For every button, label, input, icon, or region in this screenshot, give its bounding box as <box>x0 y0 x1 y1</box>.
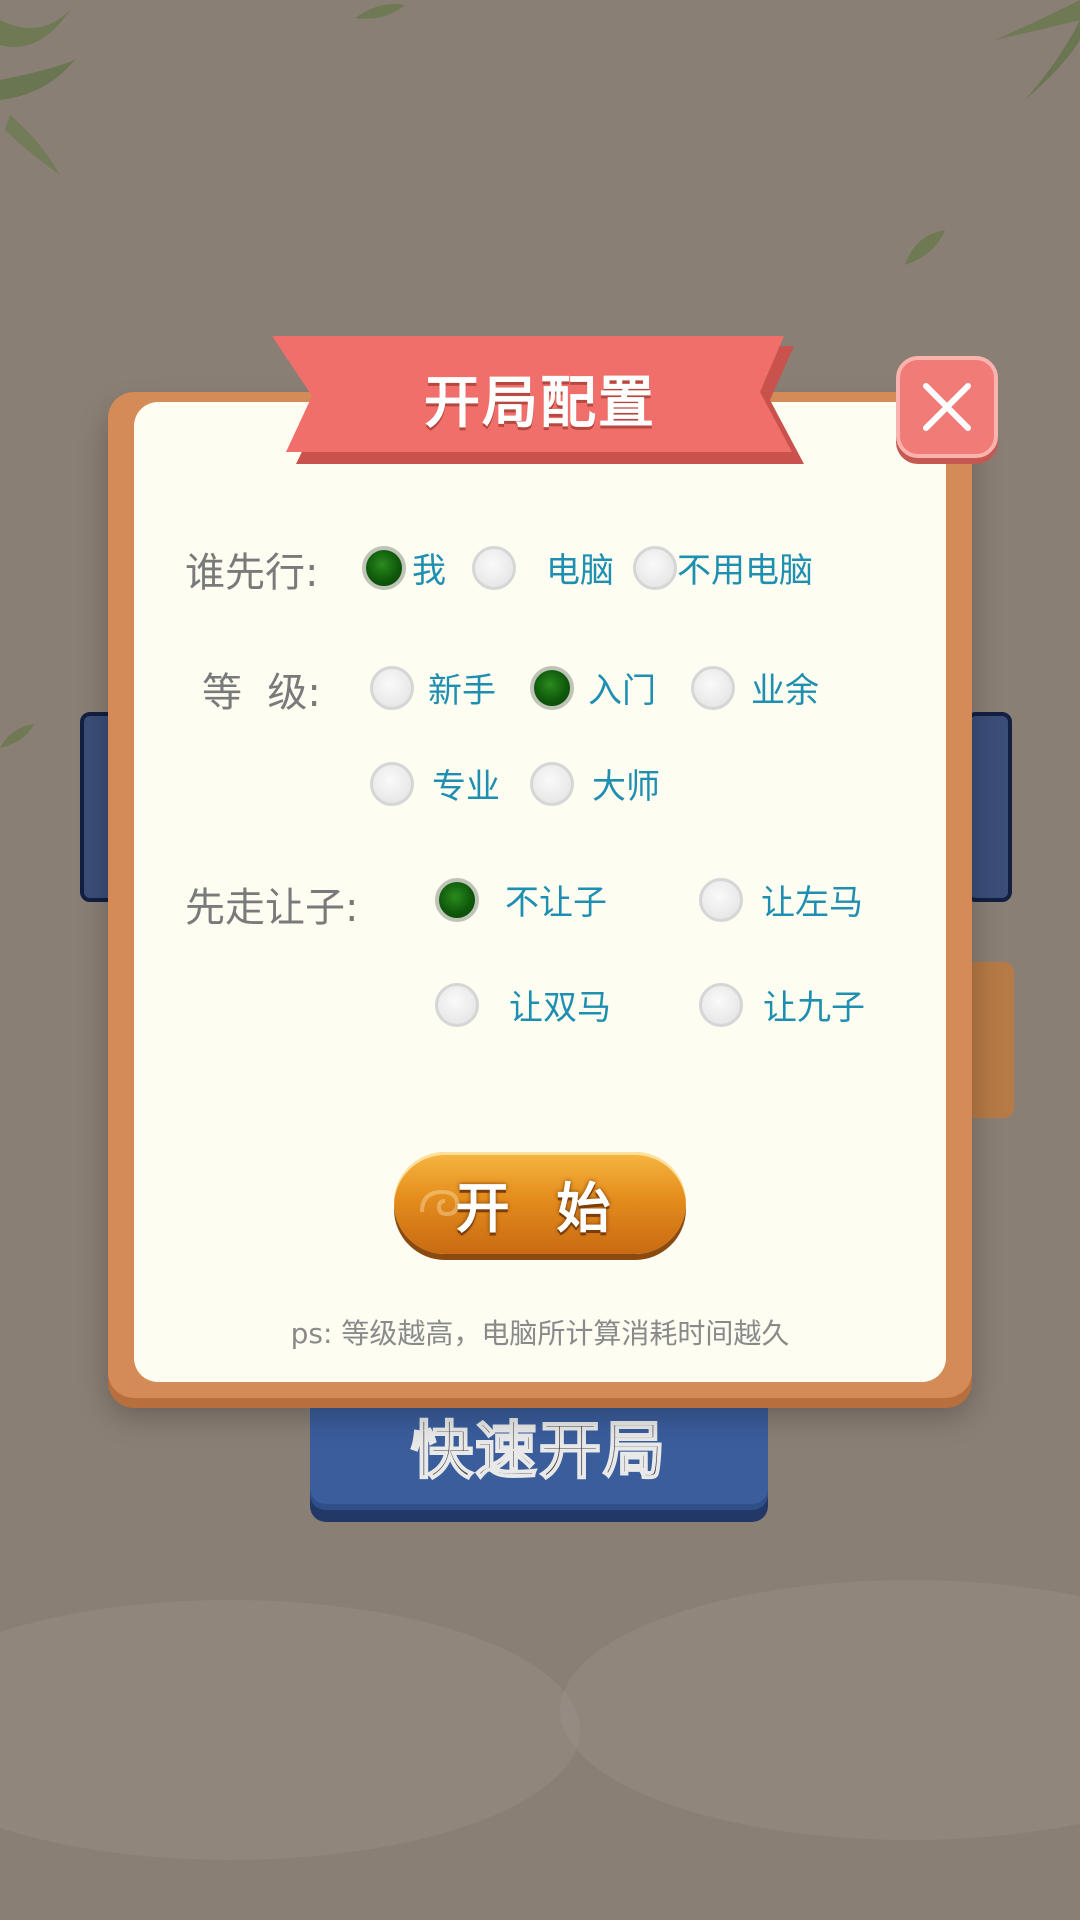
start-button[interactable]: 开 始 <box>394 1152 686 1254</box>
level-option-beginner[interactable]: 入门 <box>530 663 656 712</box>
option-label: 入门 <box>588 671 656 711</box>
side-card-right <box>966 712 1012 902</box>
start-label: 开 始 <box>455 1176 625 1240</box>
option-label: 专业 <box>432 767 500 807</box>
radio-unselected-icon <box>633 545 677 590</box>
option-label: 不让子 <box>505 883 607 923</box>
option-label: 让九子 <box>763 988 865 1028</box>
first-move-label: 谁先行: <box>185 550 319 596</box>
option-label: 电脑 <box>546 551 614 591</box>
radio-unselected-icon <box>472 545 516 590</box>
radio-selected-icon <box>435 877 479 922</box>
handicap-option-two-horses[interactable]: 让双马 <box>435 980 611 1029</box>
level-option-master[interactable]: 大师 <box>530 759 660 808</box>
quick-start-label: 快速开局 <box>410 1413 667 1488</box>
cloud-swirl-icon <box>420 1189 460 1217</box>
side-card-right-wood <box>966 962 1014 1118</box>
radio-unselected-icon <box>699 877 743 922</box>
handicap-option-none[interactable]: 不让子 <box>435 875 607 924</box>
bamboo-leaves-top-right <box>995 0 1080 100</box>
option-label: 不用电脑 <box>677 551 813 591</box>
first-move-option-computer[interactable]: 电脑 <box>472 543 614 592</box>
handicap-option-left-horse[interactable]: 让左马 <box>699 875 863 924</box>
ink-mountain <box>560 1580 1080 1840</box>
falling-leaf-small <box>355 3 405 19</box>
radio-selected-icon <box>362 545 406 590</box>
radio-unselected-icon <box>691 665 735 710</box>
level-note: ps: 等级越高，电脑所计算消耗时间越久 <box>290 1317 790 1350</box>
option-label: 让双马 <box>509 988 611 1028</box>
first-move-option-me[interactable]: 我 <box>362 543 446 592</box>
option-label: 新手 <box>428 671 496 711</box>
radio-unselected-icon <box>370 761 414 806</box>
close-x-icon <box>923 383 971 431</box>
level-label: 等 级: <box>202 670 321 716</box>
radio-unselected-icon <box>370 665 414 710</box>
option-label: 让左马 <box>761 883 863 923</box>
radio-unselected-icon <box>699 982 743 1027</box>
radio-unselected-icon <box>530 761 574 806</box>
bamboo-leaves-top-left <box>0 10 75 175</box>
option-label: 我 <box>412 551 446 591</box>
handicap-option-nine-pieces[interactable]: 让九子 <box>699 980 865 1029</box>
dialog-title: 开局配置 <box>424 370 656 436</box>
falling-leaf <box>905 230 945 265</box>
option-label: 业余 <box>751 671 819 711</box>
radio-selected-icon <box>530 665 574 710</box>
falling-leaf-left <box>0 724 34 748</box>
level-option-amateur[interactable]: 业余 <box>691 663 819 712</box>
first-move-option-no-computer[interactable]: 不用电脑 <box>633 543 813 592</box>
ink-mountain <box>0 1600 580 1860</box>
level-option-novice[interactable]: 新手 <box>370 663 496 712</box>
quick-start-button[interactable]: 快速开局 <box>310 1380 768 1510</box>
handicap-label: 先走让子: <box>185 885 359 931</box>
radio-unselected-icon <box>435 982 479 1027</box>
level-option-professional[interactable]: 专业 <box>370 759 500 808</box>
close-button[interactable] <box>896 356 998 458</box>
option-label: 大师 <box>592 767 660 807</box>
